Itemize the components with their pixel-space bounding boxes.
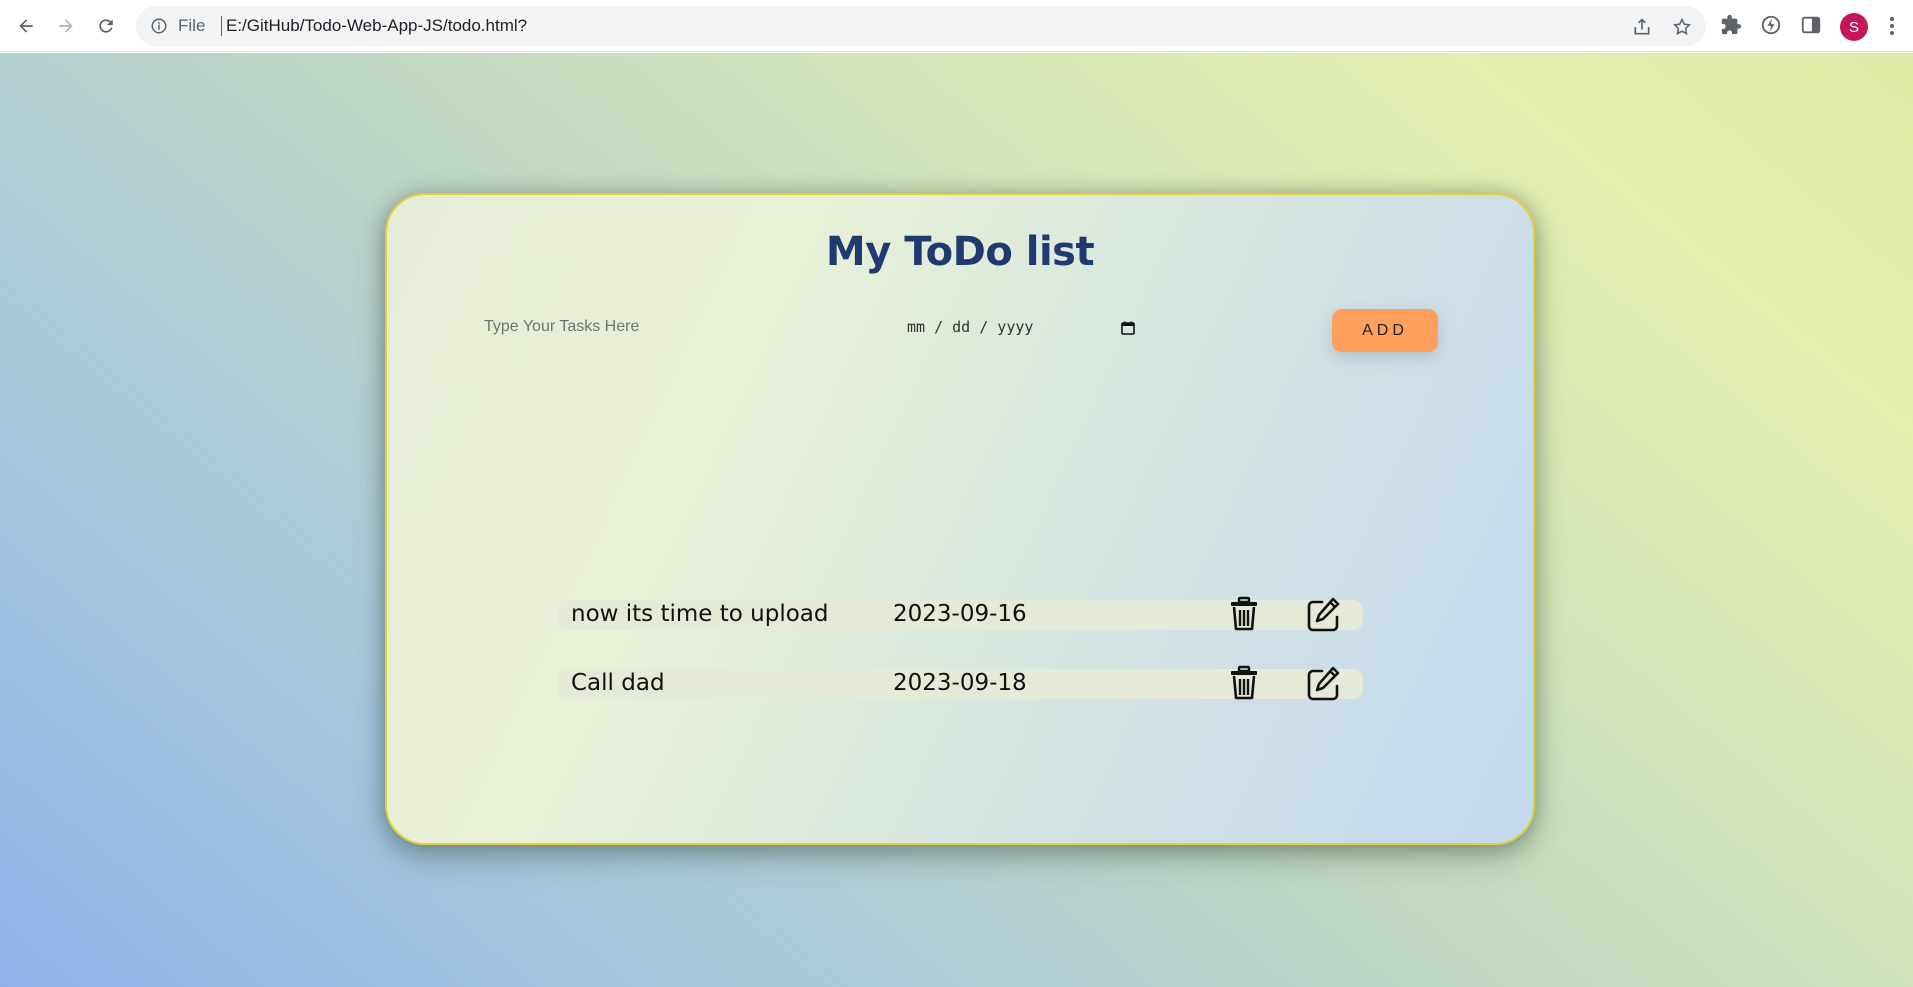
todo-card: My ToDo list mm / dd / yyyy ADD now its … bbox=[385, 193, 1535, 845]
reload-icon bbox=[99, 19, 113, 33]
todo-item: now its time to upload 2023-09-16 bbox=[558, 596, 1363, 632]
arrow-right-icon bbox=[59, 19, 73, 33]
calendar-icon[interactable] bbox=[1120, 320, 1136, 336]
browser-toolbar: File E:/GitHub/Todo-Web-App-JS/todo.html… bbox=[0, 0, 1913, 52]
add-button[interactable]: ADD bbox=[1332, 309, 1438, 352]
reload-button[interactable] bbox=[90, 10, 122, 42]
todo-item: Call dad 2023-09-18 bbox=[558, 665, 1363, 701]
date-input[interactable]: mm / dd / yyyy bbox=[907, 310, 1139, 344]
back-button[interactable] bbox=[10, 10, 42, 42]
todo-date: 2023-09-16 bbox=[893, 601, 1027, 627]
performance-icon[interactable] bbox=[1760, 14, 1784, 38]
forward-button[interactable] bbox=[50, 10, 82, 42]
todo-text: Call dad bbox=[571, 670, 665, 696]
page-title: My ToDo list bbox=[825, 229, 1095, 275]
todo-text: now its time to upload bbox=[571, 601, 829, 627]
url-text[interactable]: E:/GitHub/Todo-Web-App-JS/todo.html? bbox=[226, 16, 527, 36]
page-viewport: My ToDo list mm / dd / yyyy ADD now its … bbox=[0, 53, 1913, 987]
scheme-label: File bbox=[178, 16, 206, 35]
task-input[interactable] bbox=[484, 310, 814, 344]
arrow-left-icon bbox=[19, 19, 33, 33]
edit-pencil-icon[interactable] bbox=[1306, 596, 1340, 632]
share-icon[interactable] bbox=[1632, 17, 1652, 37]
address-bar[interactable]: File E:/GitHub/Todo-Web-App-JS/todo.html… bbox=[136, 6, 1706, 46]
edit-pencil-icon[interactable] bbox=[1306, 665, 1340, 701]
info-icon[interactable] bbox=[150, 17, 168, 35]
extensions-puzzle-icon[interactable] bbox=[1720, 14, 1744, 38]
side-panel-icon[interactable] bbox=[1800, 14, 1824, 38]
delete-trash-icon[interactable] bbox=[1228, 596, 1260, 632]
todo-date: 2023-09-18 bbox=[893, 670, 1027, 696]
date-placeholder: mm / dd / yyyy bbox=[907, 318, 1034, 336]
more-vert-icon[interactable] bbox=[1882, 14, 1902, 38]
bookmark-star-icon[interactable] bbox=[1672, 17, 1692, 37]
profile-avatar[interactable]: S bbox=[1840, 13, 1868, 41]
scheme-separator bbox=[221, 16, 222, 36]
delete-trash-icon[interactable] bbox=[1228, 665, 1260, 701]
